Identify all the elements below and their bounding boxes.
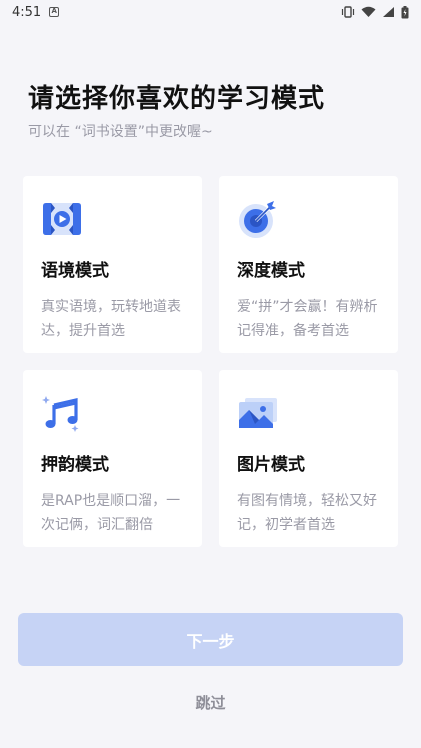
mode-card-rhyme[interactable]: 押韵模式 是RAP也是顺口溜，一次记俩，词汇翻倍 — [23, 370, 202, 547]
picture-icon — [239, 398, 277, 428]
music-note-icon — [42, 396, 79, 432]
mode-name: 语境模式 — [41, 261, 109, 281]
mode-name: 图片模式 — [237, 455, 305, 475]
mode-card-picture[interactable]: 图片模式 有图有情境，轻松又好记，初学者首选 — [219, 370, 398, 547]
mode-name: 深度模式 — [237, 261, 305, 281]
status-bar: 4:51 A — [0, 0, 421, 24]
mode-desc: 真实语境，玩转地道表达，提升首选 — [41, 299, 181, 339]
skip-button[interactable]: 跳过 — [0, 692, 421, 713]
mode-desc: 爱“拼”才会赢！有辨析记得准，备考首选 — [237, 299, 378, 339]
video-play-icon — [43, 203, 81, 235]
mode-card-context[interactable]: 语境模式 真实语境，玩转地道表达，提升首选 — [23, 176, 202, 353]
wifi-icon — [361, 6, 376, 17]
status-time: 4:51 — [12, 4, 42, 20]
page-title: 请选择你喜欢的学习模式 — [28, 84, 326, 114]
mode-desc: 是RAP也是顺口溜，一次记俩，词汇翻倍 — [41, 493, 181, 533]
mode-card-depth[interactable]: 深度模式 爱“拼”才会赢！有辨析记得准，备考首选 — [219, 176, 398, 353]
battery-icon — [401, 5, 409, 18]
page-subtitle: 可以在 “词书设置”中更改喔~ — [28, 124, 213, 140]
signal-icon — [383, 7, 394, 17]
mode-desc: 有图有情境，轻松又好记，初学者首选 — [237, 493, 377, 533]
vibrate-icon — [341, 6, 355, 18]
mode-name: 押韵模式 — [41, 455, 109, 475]
next-step-button[interactable]: 下一步 — [18, 613, 403, 666]
notification-a-icon: A — [49, 7, 60, 17]
target-icon — [239, 201, 276, 238]
